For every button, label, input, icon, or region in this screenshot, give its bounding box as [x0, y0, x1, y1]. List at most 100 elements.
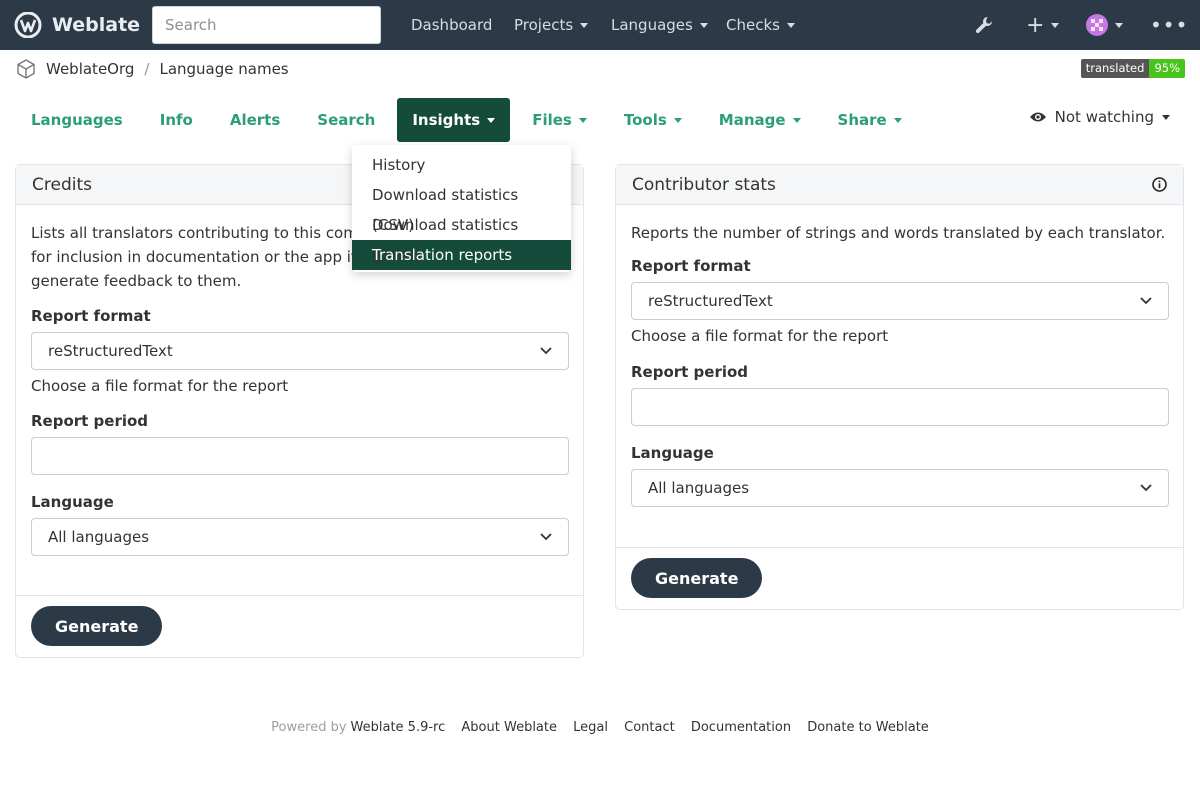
nav-dashboard[interactable]: Dashboard [411, 0, 492, 50]
stats-language-value: All languages [648, 479, 750, 497]
eye-icon [1029, 112, 1046, 122]
chevron-down-icon [540, 533, 552, 541]
breadcrumb-project[interactable]: WeblateOrg [46, 60, 134, 78]
stats-description: Reports the number of strings and words … [631, 224, 1166, 242]
chevron-down-icon [699, 22, 708, 28]
chevron-down-icon [487, 118, 496, 123]
brand-link[interactable]: Weblate [14, 12, 140, 38]
brand-name: Weblate [52, 14, 141, 36]
credits-footer-divider [16, 595, 583, 596]
breadcrumb-component[interactable]: Language names [159, 60, 288, 78]
chevron-down-icon [1140, 297, 1152, 305]
chevron-down-icon [580, 22, 589, 28]
nav-projects[interactable]: Projects [514, 0, 589, 50]
chevron-down-icon [1162, 114, 1170, 120]
stats-format-select[interactable]: reStructuredText [631, 282, 1169, 320]
insights-dropdown-menu: History Download statistics (CSV) Downlo… [352, 145, 571, 272]
top-navbar: Weblate Dashboard Projects Languages Che… [0, 0, 1200, 50]
chevron-down-icon [1051, 22, 1060, 28]
badge-label: translated [1080, 59, 1150, 78]
chevron-down-icon [540, 347, 552, 355]
chevron-down-icon [786, 22, 795, 28]
wrench-icon[interactable] [974, 15, 994, 35]
footer-contact-link[interactable]: Contact [624, 720, 675, 735]
breadcrumb-separator: / [144, 60, 150, 78]
contributor-stats-panel: Contributor stats Reports the number of … [615, 164, 1184, 610]
stats-generate-button[interactable]: Generate [631, 558, 763, 598]
page-footer: Powered by Weblate 5.9-rc About Weblate L… [0, 720, 1200, 735]
chevron-down-icon [673, 118, 682, 123]
stats-format-label: Report format [631, 257, 751, 275]
credits-format-select[interactable]: reStructuredText [31, 332, 569, 370]
credits-period-label: Report period [31, 412, 149, 430]
stats-format-value: reStructuredText [648, 292, 773, 310]
tab-insights-label: Insights [412, 111, 481, 129]
more-icon: ••• [1150, 13, 1189, 37]
stats-footer-divider [616, 547, 1183, 548]
nav-projects-label: Projects [514, 16, 574, 34]
project-cube-icon [17, 59, 35, 79]
tab-insights[interactable]: Insights [397, 98, 511, 142]
nav-checks-label: Checks [726, 16, 780, 34]
add-menu-button[interactable]: + [1026, 0, 1060, 50]
watch-toggle[interactable]: Not watching [1029, 108, 1170, 126]
stats-header: Contributor stats [616, 165, 1183, 205]
credits-format-value: reStructuredText [48, 342, 173, 360]
credits-format-label: Report format [31, 307, 151, 325]
weblate-logo-icon [14, 12, 42, 38]
tab-alerts[interactable]: Alerts [215, 98, 295, 142]
nav-languages[interactable]: Languages [611, 0, 708, 50]
chevron-down-icon [1140, 484, 1152, 492]
component-tabs: Languages Info Alerts Search Insights Fi… [16, 98, 917, 142]
tab-info[interactable]: Info [145, 98, 208, 142]
menu-item-download-json[interactable]: Download statistics (JSON) [352, 210, 571, 264]
footer-powered-by: Powered by [271, 720, 347, 735]
more-menu-button[interactable]: ••• [1150, 0, 1188, 50]
credits-language-value: All languages [48, 528, 150, 546]
nav-checks[interactable]: Checks [726, 0, 795, 50]
footer-about-link[interactable]: About Weblate [461, 720, 557, 735]
chevron-down-icon [893, 118, 902, 123]
credits-language-label: Language [31, 493, 114, 511]
avatar [1086, 14, 1108, 36]
stats-period-input[interactable] [631, 388, 1169, 426]
tab-tools-label: Tools [623, 111, 667, 129]
footer-donate-link[interactable]: Donate to Weblate [807, 720, 929, 735]
stats-period-label: Report period [631, 363, 749, 381]
stats-language-select[interactable]: All languages [631, 469, 1169, 507]
credits-period-input[interactable] [31, 437, 569, 475]
menu-item-translation-reports[interactable]: Translation reports [352, 240, 571, 270]
chevron-down-icon [1115, 22, 1123, 28]
credits-generate-button[interactable]: Generate [31, 606, 163, 646]
search-input[interactable] [152, 6, 381, 44]
menu-item-download-csv[interactable]: Download statistics (CSV) [352, 180, 571, 234]
menu-item-history[interactable]: History [352, 150, 571, 180]
tab-languages[interactable]: Languages [16, 98, 138, 142]
tab-share-label: Share [837, 111, 887, 129]
nav-dashboard-label: Dashboard [411, 16, 493, 34]
tab-files-label: Files [532, 111, 572, 129]
stats-format-help: Choose a file format for the report [631, 327, 889, 345]
tab-share[interactable]: Share [823, 98, 917, 142]
badge-value: 95% [1149, 59, 1185, 78]
chevron-down-icon [578, 118, 587, 123]
tab-manage[interactable]: Manage [704, 98, 816, 142]
footer-documentation-link[interactable]: Documentation [691, 720, 791, 735]
plus-icon: + [1026, 12, 1045, 38]
info-icon[interactable] [1152, 177, 1167, 192]
credits-description-line: generate feedback to them. [31, 272, 242, 290]
stats-language-label: Language [631, 444, 714, 462]
footer-version-link[interactable]: Weblate 5.9-rc [351, 720, 446, 735]
tab-files[interactable]: Files [517, 98, 602, 142]
breadcrumb: WeblateOrg / Language names [16, 58, 289, 80]
credits-language-select[interactable]: All languages [31, 518, 569, 556]
tab-tools[interactable]: Tools [609, 98, 697, 142]
translated-status-badge[interactable]: translated 95% [1080, 59, 1185, 78]
nav-languages-label: Languages [611, 16, 693, 34]
chevron-down-icon [792, 118, 801, 123]
footer-legal-link[interactable]: Legal [573, 720, 608, 735]
stats-title: Contributor stats [632, 174, 776, 195]
tab-search[interactable]: Search [302, 98, 390, 142]
user-menu-button[interactable] [1086, 0, 1123, 50]
credits-format-help: Choose a file format for the report [31, 377, 289, 395]
